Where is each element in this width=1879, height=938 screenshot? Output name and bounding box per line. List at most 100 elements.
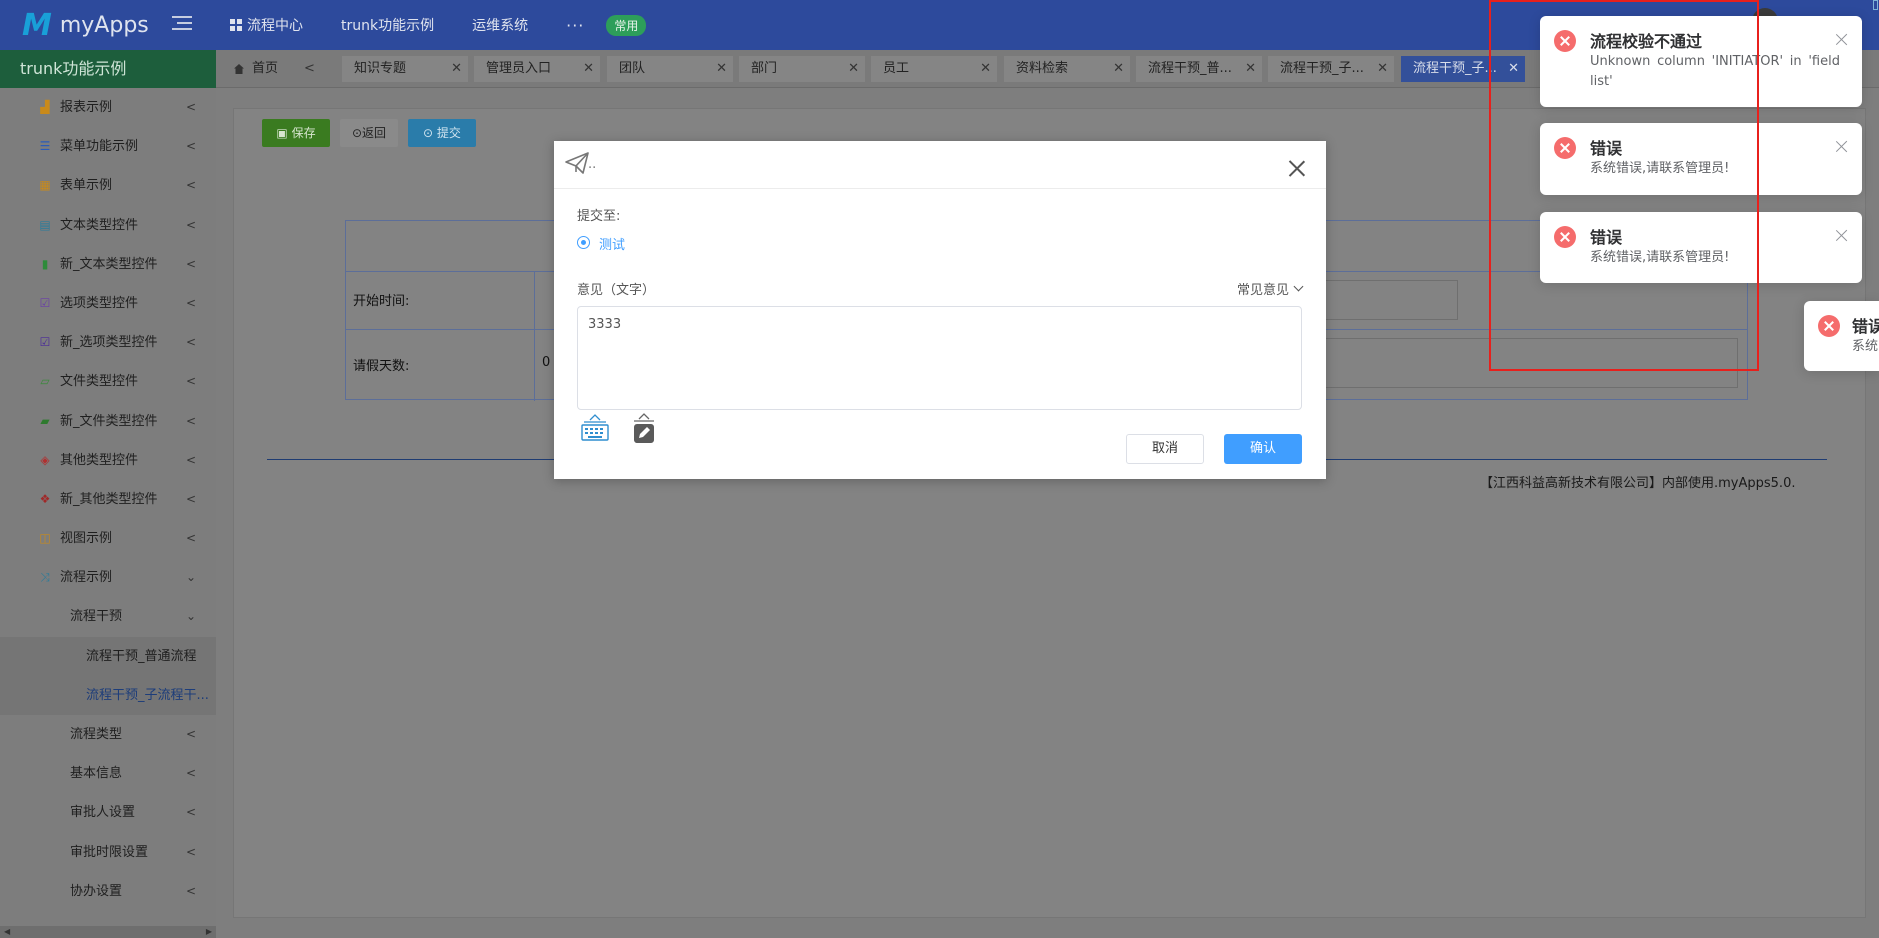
back-label: 返回: [362, 126, 387, 140]
sidebar-item[interactable]: ⤨ 流程示例 ⌄: [0, 558, 216, 597]
sidebar-item[interactable]: ☰ 菜单功能示例 <: [0, 127, 216, 166]
cancel-button[interactable]: 取消: [1126, 434, 1204, 464]
close-icon[interactable]: [1288, 159, 1306, 177]
tab-active[interactable]: 流程干预_子... ✕: [1401, 56, 1525, 82]
app-logo[interactable]: M myApps: [22, 8, 149, 43]
tab[interactable]: 知识专题 ✕: [342, 56, 468, 82]
close-icon[interactable]: ✕: [583, 56, 594, 82]
tab[interactable]: 管理员入口 ✕: [474, 56, 600, 82]
tab[interactable]: 团队 ✕: [607, 56, 733, 82]
top-nav-label: 运维系统: [472, 18, 529, 34]
sidebar-item-label: 新_选项类型控件: [60, 335, 158, 351]
sidebar-item[interactable]: ◫ 视图示例 <: [0, 519, 216, 558]
sidebar-item[interactable]: 流程类型 <: [0, 715, 216, 754]
tab-home[interactable]: 首页: [234, 58, 278, 80]
sidebar-item[interactable]: ❖ 新_其他类型控件 <: [0, 480, 216, 519]
close-icon[interactable]: ✕: [848, 56, 859, 82]
back-button[interactable]: ⊙返回: [340, 119, 398, 147]
tab-label: 流程干预_子...: [1413, 61, 1497, 76]
sidebar-scrollbar[interactable]: ◀ ▶: [0, 926, 216, 938]
close-icon[interactable]: [1836, 34, 1848, 46]
sidebar-subgroup[interactable]: 流程干预 ⌄: [0, 597, 216, 636]
close-icon[interactable]: ✕: [980, 56, 991, 82]
top-nav-ops-system[interactable]: 运维系统: [472, 15, 528, 35]
tab[interactable]: 流程干预_普... ✕: [1136, 56, 1262, 82]
sidebar-item-label: 新_其他类型控件: [60, 491, 158, 507]
submit-target-label[interactable]: 测试: [599, 234, 625, 253]
close-icon[interactable]: ✕: [1245, 56, 1256, 82]
sidebar-item[interactable]: ▱ 文件类型控件 <: [0, 362, 216, 401]
tab-label: 资料检索: [1016, 61, 1069, 76]
sidebar-item[interactable]: 审批人设置 <: [0, 793, 216, 832]
save-label: 保存: [291, 126, 316, 140]
tab[interactable]: 资料检索 ✕: [1004, 56, 1130, 82]
leave-days-input[interactable]: [1320, 338, 1738, 388]
scroll-left-icon[interactable]: ◀: [4, 926, 10, 938]
tab[interactable]: 流程干预_子... ✕: [1268, 56, 1394, 82]
top-nav-label: 流程中心: [247, 18, 303, 34]
leave-days-value[interactable]: 0: [542, 355, 550, 370]
menu-toggle-icon[interactable]: [172, 16, 192, 32]
tab[interactable]: 部门 ✕: [739, 56, 865, 82]
save-button[interactable]: ▣ 保存: [262, 119, 330, 147]
common-badge[interactable]: 常用: [606, 14, 647, 36]
table-icon: ▦: [39, 178, 51, 193]
keyboard-icon[interactable]: [580, 411, 610, 443]
close-icon[interactable]: ✕: [451, 56, 462, 82]
top-nav-process-center[interactable]: 流程中心: [230, 15, 303, 35]
more-icon[interactable]: ···: [566, 16, 584, 35]
sidebar-item[interactable]: 基本信息 <: [0, 754, 216, 793]
notification-title: 流程校验不通过: [1590, 32, 1703, 51]
chevron-left-icon: <: [185, 883, 196, 898]
tab-label: 首页: [252, 61, 279, 76]
chevron-left-icon: <: [185, 139, 196, 154]
close-icon[interactable]: ✕: [1377, 56, 1388, 82]
close-icon[interactable]: [1836, 230, 1848, 242]
error-icon: [1554, 226, 1576, 248]
error-notification: 错误 系统错误,请联系管理员!: [1540, 212, 1862, 283]
close-icon[interactable]: ✕: [1508, 56, 1519, 82]
close-icon[interactable]: ✕: [716, 56, 727, 82]
shuffle-icon: ⤨: [40, 570, 50, 585]
chevron-left-icon: <: [185, 413, 196, 428]
chevron-left-icon: <: [185, 335, 196, 350]
top-nav-trunk-demo[interactable]: trunk功能示例: [341, 15, 434, 35]
sidebar-item[interactable]: 审批时限设置 <: [0, 833, 216, 872]
checkbox-icon: ☑: [39, 295, 51, 310]
submit-dialog: .. 提交至: 测试 意见（文字） 常见意见 3333 取消 确认: [554, 141, 1326, 479]
start-time-input[interactable]: [1320, 280, 1458, 320]
sidebar-item-label: 流程干预_子流程干...: [86, 687, 209, 703]
close-icon[interactable]: ✕: [1113, 56, 1124, 82]
sidebar-item[interactable]: ▦ 表单示例 <: [0, 166, 216, 205]
handwriting-icon[interactable]: [632, 411, 656, 445]
sidebar-subitem-active[interactable]: 流程干预_子流程干...: [0, 675, 216, 715]
submit-button[interactable]: ⊙ 提交: [408, 119, 476, 147]
sidebar-item-label: 文件类型控件: [60, 374, 139, 390]
common-opinion-dropdown[interactable]: 常见意见: [1237, 279, 1304, 298]
chevron-left-icon[interactable]: <: [304, 58, 315, 80]
close-icon[interactable]: [1836, 141, 1848, 153]
folder-filled-icon: ▰: [40, 413, 50, 428]
document-filled-icon: ▮: [41, 256, 49, 271]
sidebar-item[interactable]: ☑ 选项类型控件 <: [0, 284, 216, 323]
sidebar-item[interactable]: ▰ 新_文件类型控件 <: [0, 402, 216, 441]
chevron-left-icon: <: [185, 727, 196, 741]
scroll-right-icon[interactable]: ▶: [206, 926, 212, 938]
sidebar-item[interactable]: ☑ 新_选项类型控件 <: [0, 323, 216, 362]
sidebar-item[interactable]: ▮ 新_文本类型控件 <: [0, 245, 216, 284]
confirm-button[interactable]: 确认: [1224, 434, 1302, 464]
sidebar-item[interactable]: ▤ 文本类型控件 <: [0, 206, 216, 245]
sidebar-item[interactable]: ◈ 其他类型控件 <: [0, 441, 216, 480]
sidebar-item[interactable]: 协办设置 <: [0, 872, 216, 911]
sidebar-item-label: 审批人设置: [70, 805, 136, 821]
top-nav: 流程中心 trunk功能示例 运维系统 ··· 常用: [230, 0, 647, 50]
submit-icon: ⊙: [423, 126, 437, 140]
sidebar-item[interactable]: ▟ 报表示例 <: [0, 88, 216, 127]
submit-target-radio[interactable]: [577, 236, 590, 249]
tab[interactable]: 员工 ✕: [871, 56, 997, 82]
sidebar-subitem[interactable]: 流程干预_普通流程: [0, 636, 216, 676]
error-notification: 错误 系统: [1804, 301, 1879, 371]
opinion-textarea[interactable]: 3333: [577, 306, 1302, 410]
tab-label: 部门: [751, 61, 778, 76]
list-icon: ☰: [39, 139, 51, 154]
